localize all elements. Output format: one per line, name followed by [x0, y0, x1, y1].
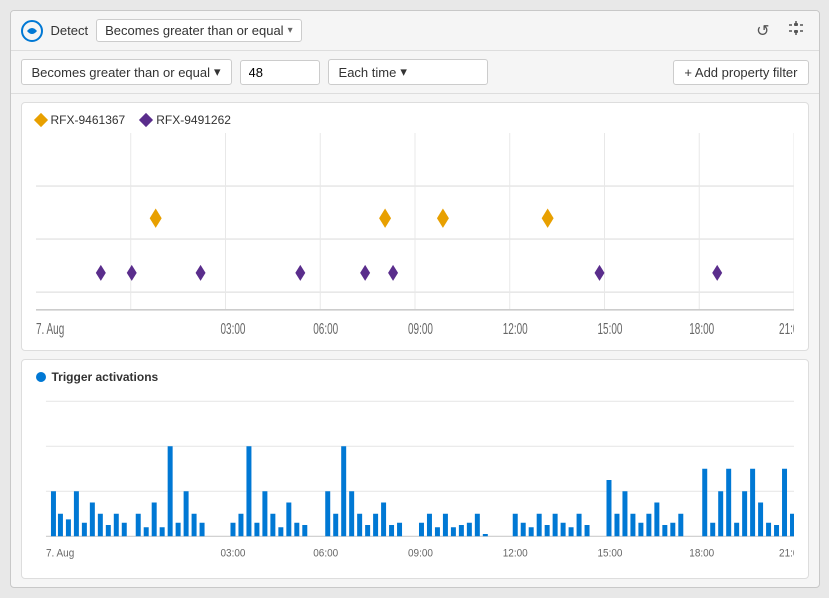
svg-text:15:00: 15:00: [597, 320, 622, 338]
main-container: Detect Becomes greater than or equal ▾ ↺…: [10, 10, 820, 588]
bar-svg-container: 6 4 2 0: [36, 390, 794, 570]
svg-text:03:00: 03:00: [220, 547, 245, 560]
svg-text:09:00: 09:00: [408, 547, 433, 560]
filter-bar: Becomes greater than or equal ▾ Each tim…: [11, 51, 819, 94]
svg-text:12:00: 12:00: [502, 547, 527, 560]
condition-chevron: ▾: [214, 64, 221, 80]
svg-text:18:00: 18:00: [689, 547, 714, 560]
svg-text:21:00: 21:00: [779, 320, 794, 338]
condition-label: Becomes greater than or equal: [32, 65, 211, 80]
bar-chart: Trigger activations 6 4 2 0: [21, 359, 809, 579]
legend-dot-2: [139, 113, 153, 127]
bar-chart-legend: Trigger activations: [36, 370, 794, 384]
detect-label: Detect: [51, 23, 89, 38]
legend-dot-1: [33, 113, 47, 127]
scatter-chart: RFX-9461367 RFX-9491262: [21, 102, 809, 351]
detect-dropdown-label: Becomes greater than or equal: [105, 23, 284, 38]
svg-text:06:00: 06:00: [313, 320, 338, 338]
frequency-chevron: ▾: [400, 64, 407, 80]
legend-label-2: RFX-9491262: [156, 113, 231, 127]
legend-item-1: RFX-9461367: [36, 113, 126, 127]
bar-svg: 6 4 2 0: [36, 390, 794, 570]
svg-text:12:00: 12:00: [502, 320, 527, 338]
svg-text:7. Aug: 7. Aug: [45, 547, 73, 560]
detect-dropdown[interactable]: Becomes greater than or equal ▾: [96, 19, 302, 42]
svg-text:03:00: 03:00: [220, 320, 245, 338]
frequency-dropdown[interactable]: Each time ▾: [328, 59, 488, 85]
svg-text:18:00: 18:00: [689, 320, 714, 338]
scatter-legend: RFX-9461367 RFX-9491262: [36, 113, 794, 127]
legend-label-1: RFX-9461367: [51, 113, 126, 127]
svg-text:7. Aug: 7. Aug: [36, 320, 64, 338]
svg-text:15:00: 15:00: [597, 547, 622, 560]
bar-legend-dot: [36, 372, 46, 382]
frequency-label: Each time: [339, 65, 397, 80]
charts-area: RFX-9461367 RFX-9491262: [11, 94, 819, 587]
scatter-svg-container: 7. Aug 03:00 06:00 09:00 12:00 15:00 18:…: [36, 133, 794, 342]
bar-legend-label: Trigger activations: [52, 370, 159, 384]
settings-button[interactable]: [783, 17, 809, 44]
legend-item-2: RFX-9491262: [141, 113, 231, 127]
detect-dropdown-chevron: ▾: [288, 25, 293, 36]
svg-text:21:00: 21:00: [779, 547, 794, 560]
svg-text:09:00: 09:00: [408, 320, 433, 338]
add-filter-button[interactable]: + Add property filter: [673, 60, 808, 85]
scatter-svg: 7. Aug 03:00 06:00 09:00 12:00 15:00 18:…: [36, 133, 794, 342]
condition-dropdown[interactable]: Becomes greater than or equal ▾: [21, 59, 232, 85]
add-filter-label: + Add property filter: [684, 65, 797, 80]
svg-text:06:00: 06:00: [313, 547, 338, 560]
reset-button[interactable]: ↺: [751, 18, 774, 44]
value-input[interactable]: [240, 60, 320, 85]
top-bar: Detect Becomes greater than or equal ▾ ↺: [11, 11, 819, 51]
logo-icon: [21, 20, 43, 42]
